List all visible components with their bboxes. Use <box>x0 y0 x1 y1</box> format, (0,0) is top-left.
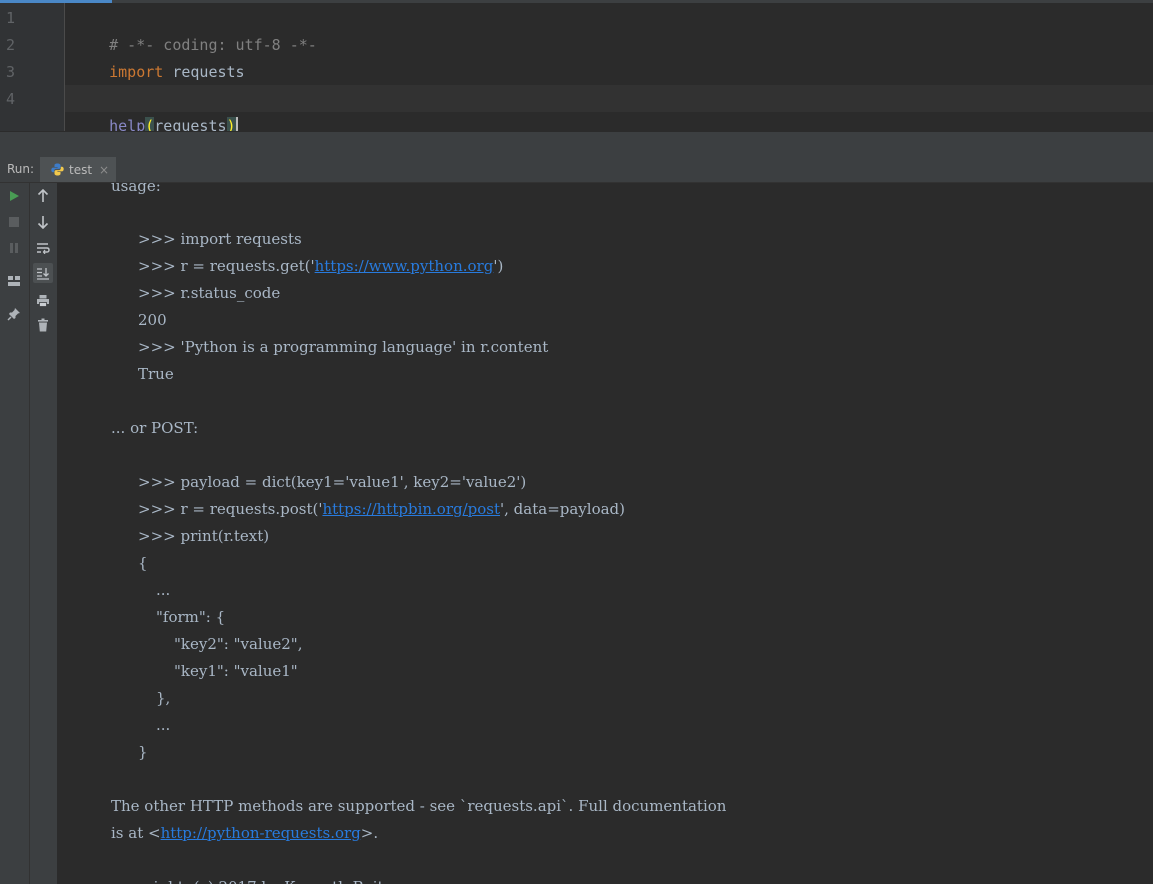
code-line-1[interactable]: # -*- coding: utf-8 -*- <box>73 5 317 54</box>
tab-label: test <box>69 162 93 177</box>
console-line: >>> payload = dict(key1='value1', key2='… <box>138 473 527 491</box>
python-org-link[interactable]: https://www.python.org <box>315 257 494 275</box>
console-line: "key1": "value1" <box>174 662 298 680</box>
clear-all-button[interactable] <box>33 315 53 335</box>
pin-icon <box>7 308 20 321</box>
soft-wrap-button[interactable] <box>33 238 53 258</box>
console-line: >>> 'Python is a programming language' i… <box>138 338 549 356</box>
console-line: >>> r = requests.get('https://www.python… <box>138 253 503 279</box>
console-line: True <box>138 365 174 383</box>
layout-icon <box>8 276 20 286</box>
console-line: is at <http://python-requests.org>. <box>111 820 378 846</box>
console-line: { <box>138 554 148 572</box>
restore-layout-button[interactable] <box>4 271 24 291</box>
tab-test[interactable]: test × <box>40 157 116 182</box>
python-icon <box>51 163 64 176</box>
line-number: 3 <box>6 63 16 81</box>
soft-wrap-icon <box>37 243 50 254</box>
console-line: "form": { <box>156 608 226 626</box>
scroll-to-end-icon <box>37 267 49 280</box>
rerun-button[interactable] <box>4 186 24 206</box>
console-line: }, <box>156 689 171 707</box>
console-text: >>> r = requests.get(' <box>138 257 315 275</box>
print-button[interactable] <box>33 290 53 310</box>
close-icon[interactable]: × <box>99 163 109 177</box>
pin-tab-button[interactable] <box>4 304 24 324</box>
line-number: 1 <box>6 9 16 27</box>
console-line: "key2": "value2", <box>174 635 303 653</box>
console-line: >>> import requests <box>138 230 302 248</box>
console-text: >>> r = requests.post(' <box>138 500 323 518</box>
print-icon <box>37 294 49 307</box>
stop-button[interactable] <box>4 212 24 232</box>
trash-icon <box>38 318 48 332</box>
line-number: 2 <box>6 36 16 54</box>
line-number-gutter: 1 2 3 4 <box>0 3 65 131</box>
console-line: ... <box>156 716 171 734</box>
code-line-2[interactable]: import requests <box>73 32 244 81</box>
line-number: 4 <box>6 90 16 108</box>
keyword-import: import <box>109 63 164 81</box>
console-line: >>> r = requests.post('https://httpbin.o… <box>138 496 625 522</box>
console-line: >>> r.status_code <box>138 284 281 302</box>
panel-splitter[interactable] <box>0 131 1153 158</box>
console-line: The other HTTP methods are supported - s… <box>111 797 727 815</box>
console-line: 200 <box>138 311 167 329</box>
run-toolbar-secondary <box>30 183 58 884</box>
console-text: ') <box>493 257 504 275</box>
run-icon <box>10 191 19 201</box>
console-line: ... or POST: <box>111 419 199 437</box>
console-line: } <box>138 743 148 761</box>
httpbin-link[interactable]: https://httpbin.org/post <box>322 500 500 518</box>
code-line-4[interactable]: help(requests) <box>73 86 238 137</box>
console-text: >. <box>360 824 379 842</box>
editor-tab-strip <box>112 0 1153 3</box>
console-line: >>> print(r.text) <box>138 527 270 545</box>
pause-button[interactable] <box>4 238 24 258</box>
console-line: copyright: (c) 2017 by Kenneth Reitz. <box>111 874 396 884</box>
stop-icon <box>9 217 19 227</box>
up-stack-button[interactable] <box>33 186 53 206</box>
console-output[interactable]: usage: >>> import requests >>> r = reque… <box>58 183 1153 884</box>
console-text: is at < <box>111 824 161 842</box>
code-editor[interactable]: 1 2 3 4 # -*- coding: utf-8 -*- import r… <box>0 0 1153 137</box>
up-arrow-icon <box>37 189 49 202</box>
pause-icon <box>10 243 18 253</box>
python-requests-link[interactable]: http://python-requests.org <box>161 824 361 842</box>
run-label: Run: <box>7 162 35 176</box>
console-line: usage: <box>111 183 161 195</box>
module-name: requests <box>163 63 245 81</box>
down-arrow-icon <box>37 216 49 229</box>
down-stack-button[interactable] <box>33 212 53 232</box>
run-toolbar-primary <box>0 183 30 884</box>
run-tool-window-header: Run: test × <box>0 157 1153 183</box>
scroll-to-end-button[interactable] <box>33 263 53 283</box>
console-text: ', data=payload) <box>500 500 626 518</box>
console-line: ... <box>156 581 171 599</box>
